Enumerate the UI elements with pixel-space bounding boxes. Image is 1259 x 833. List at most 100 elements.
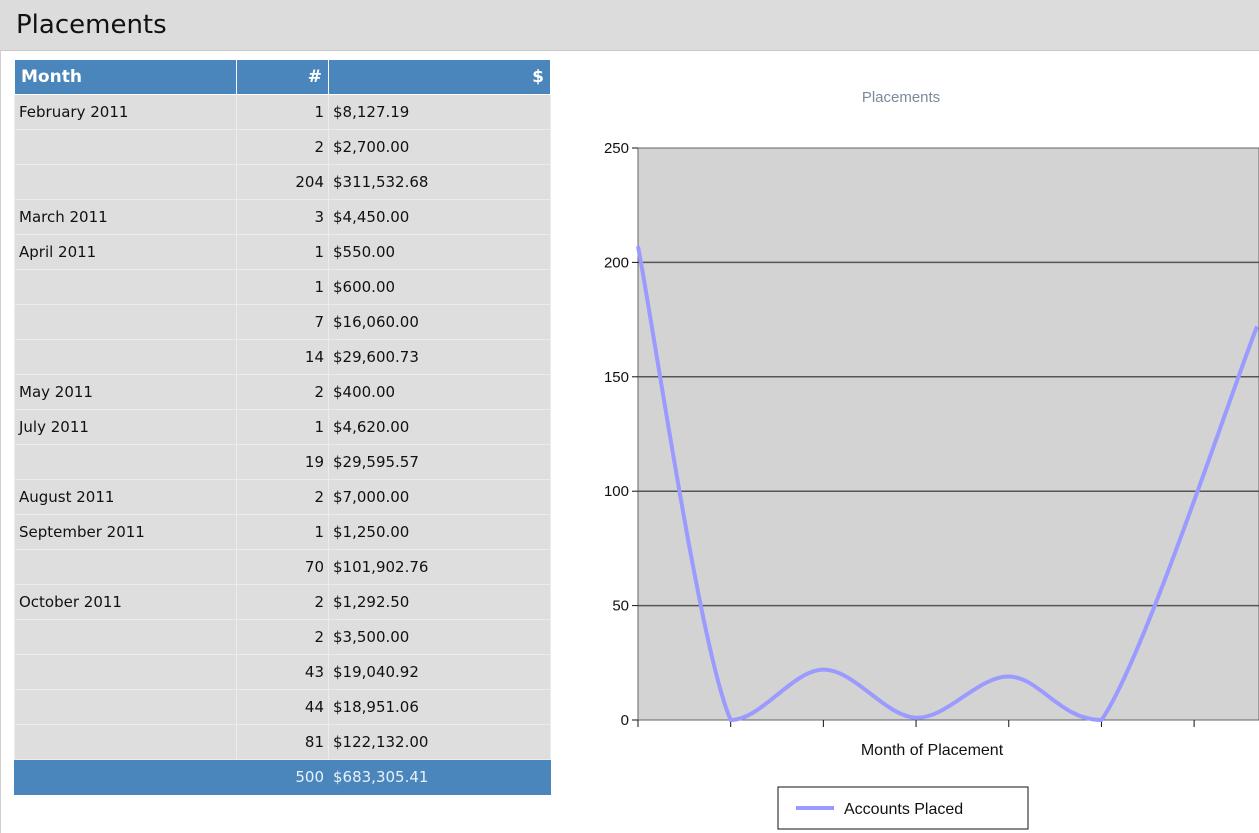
cell-month: October 2011 bbox=[14, 584, 237, 620]
table-row: 81 $122,132.00 bbox=[14, 724, 551, 760]
table-row: 44 $18,951.06 bbox=[14, 689, 551, 725]
cell-amount: $101,902.76 bbox=[328, 549, 551, 585]
cell-amount: $18,951.06 bbox=[328, 689, 551, 725]
cell-count: 2 bbox=[236, 129, 329, 165]
chart-legend: Accounts Placed bbox=[777, 786, 1029, 830]
cell-amount: $3,500.00 bbox=[328, 619, 551, 655]
plot-area bbox=[637, 147, 1259, 721]
y-tick-label: 200 bbox=[604, 254, 629, 271]
cell-count: 2 bbox=[236, 584, 329, 620]
cell-month bbox=[14, 269, 237, 305]
y-tick-label: 250 bbox=[604, 140, 629, 157]
cell-count: 2 bbox=[236, 619, 329, 655]
cell-count: 1 bbox=[236, 269, 329, 305]
cell-amount: $29,595.57 bbox=[328, 444, 551, 480]
table-row: 43 $19,040.92 bbox=[14, 654, 551, 690]
table-row: 1 $600.00 bbox=[14, 269, 551, 305]
cell-amount: $8,127.19 bbox=[328, 94, 551, 130]
cell-count: 14 bbox=[236, 339, 329, 375]
cell-count: 19 bbox=[236, 444, 329, 480]
y-tick-label: 100 bbox=[604, 483, 629, 500]
table-total-row: 500 $683,305.41 bbox=[14, 759, 551, 795]
cell-amount: $19,040.92 bbox=[328, 654, 551, 690]
page-header: Placements bbox=[0, 0, 1259, 51]
chart-title: Placements bbox=[862, 89, 940, 106]
cell-amount: $122,132.00 bbox=[328, 724, 551, 760]
cell-count: 7 bbox=[236, 304, 329, 340]
cell-month bbox=[14, 689, 237, 725]
total-label bbox=[14, 759, 237, 795]
table-row: September 2011 1 $1,250.00 bbox=[14, 514, 551, 550]
table-row: August 2011 2 $7,000.00 bbox=[14, 479, 551, 515]
table-row: 7 $16,060.00 bbox=[14, 304, 551, 340]
y-tick-label: 150 bbox=[604, 369, 629, 386]
total-amount: $683,305.41 bbox=[328, 759, 551, 795]
cell-count: 3 bbox=[236, 199, 329, 235]
column-header-amount[interactable]: $ bbox=[328, 59, 551, 95]
cell-month: February 2011 bbox=[14, 94, 237, 130]
column-header-month[interactable]: Month bbox=[14, 59, 237, 95]
table-row: February 2011 1 $8,127.19 bbox=[14, 94, 551, 130]
table-row: 204 $311,532.68 bbox=[14, 164, 551, 200]
column-header-count[interactable]: # bbox=[236, 59, 329, 95]
table-row: 2 $2,700.00 bbox=[14, 129, 551, 165]
cell-count: 44 bbox=[236, 689, 329, 725]
cell-count: 2 bbox=[236, 374, 329, 410]
table-row: 19 $29,595.57 bbox=[14, 444, 551, 480]
cell-month bbox=[14, 304, 237, 340]
cell-amount: $29,600.73 bbox=[328, 339, 551, 375]
left-border bbox=[0, 50, 1, 833]
total-count: 500 bbox=[236, 759, 329, 795]
cell-count: 70 bbox=[236, 549, 329, 585]
cell-count: 1 bbox=[236, 514, 329, 550]
cell-amount: $16,060.00 bbox=[328, 304, 551, 340]
placements-table: Month # $ February 2011 1 $8,127.19 2 $2,700… bbox=[14, 59, 551, 795]
cell-count: 2 bbox=[236, 479, 329, 515]
cell-month: April 2011 bbox=[14, 234, 237, 270]
table-row: March 2011 3 $4,450.00 bbox=[14, 199, 551, 235]
cell-month: September 2011 bbox=[14, 514, 237, 550]
cell-month: August 2011 bbox=[14, 479, 237, 515]
cell-amount: $550.00 bbox=[328, 234, 551, 270]
cell-count: 1 bbox=[236, 409, 329, 445]
table-row: July 2011 1 $4,620.00 bbox=[14, 409, 551, 445]
y-tick-label: 50 bbox=[612, 598, 629, 615]
cell-amount: $400.00 bbox=[328, 374, 551, 410]
cell-count: 1 bbox=[236, 234, 329, 270]
cell-month bbox=[14, 654, 237, 690]
cell-month: May 2011 bbox=[14, 374, 237, 410]
cell-month bbox=[14, 129, 237, 165]
cell-amount: $2,700.00 bbox=[328, 129, 551, 165]
x-axis-label: Month of Placement bbox=[861, 742, 1004, 759]
cell-amount: $1,250.00 bbox=[328, 514, 551, 550]
cell-amount: $4,450.00 bbox=[328, 199, 551, 235]
cell-count: 43 bbox=[236, 654, 329, 690]
cell-month bbox=[14, 724, 237, 760]
cell-month bbox=[14, 164, 237, 200]
table-row: 14 $29,600.73 bbox=[14, 339, 551, 375]
table-row: 2 $3,500.00 bbox=[14, 619, 551, 655]
legend-label: Accounts Placed bbox=[844, 801, 963, 818]
table-row: April 2011 1 $550.00 bbox=[14, 234, 551, 270]
cell-amount: $311,532.68 bbox=[328, 164, 551, 200]
table-row: 70 $101,902.76 bbox=[14, 549, 551, 585]
cell-amount: $600.00 bbox=[328, 269, 551, 305]
page-title: Placements bbox=[16, 10, 167, 40]
cell-count: 204 bbox=[236, 164, 329, 200]
placements-chart: Placements 0 50 100 150 200 250 Month of Plac… bbox=[604, 89, 1259, 830]
table-row: October 2011 2 $1,292.50 bbox=[14, 584, 551, 620]
cell-month bbox=[14, 339, 237, 375]
cell-month bbox=[14, 444, 237, 480]
cell-amount: $7,000.00 bbox=[328, 479, 551, 515]
cell-count: 81 bbox=[236, 724, 329, 760]
table-header-row: Month # $ bbox=[14, 59, 551, 95]
cell-month: March 2011 bbox=[14, 199, 237, 235]
cell-month bbox=[14, 619, 237, 655]
table-row: May 2011 2 $400.00 bbox=[14, 374, 551, 410]
cell-amount: $1,292.50 bbox=[328, 584, 551, 620]
cell-count: 1 bbox=[236, 94, 329, 130]
cell-month bbox=[14, 549, 237, 585]
cell-amount: $4,620.00 bbox=[328, 409, 551, 445]
y-tick-label: 0 bbox=[621, 712, 629, 729]
cell-month: July 2011 bbox=[14, 409, 237, 445]
